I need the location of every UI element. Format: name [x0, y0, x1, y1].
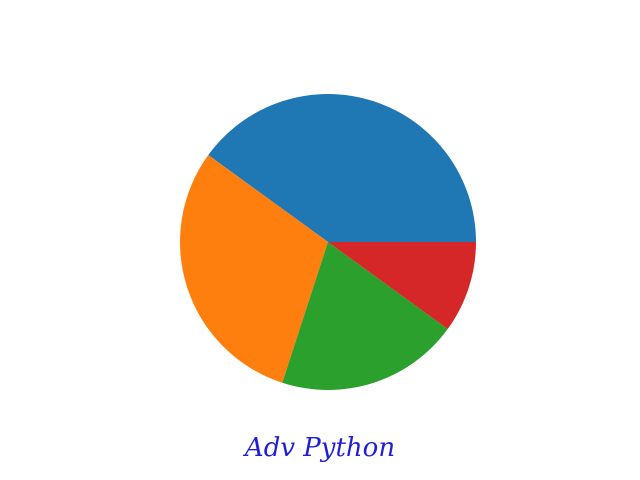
chart-label: Adv Python [244, 433, 396, 463]
pie-chart-canvas [180, 94, 476, 391]
pie-slices [180, 94, 476, 391]
pie-chart: Adv Python [0, 0, 640, 480]
